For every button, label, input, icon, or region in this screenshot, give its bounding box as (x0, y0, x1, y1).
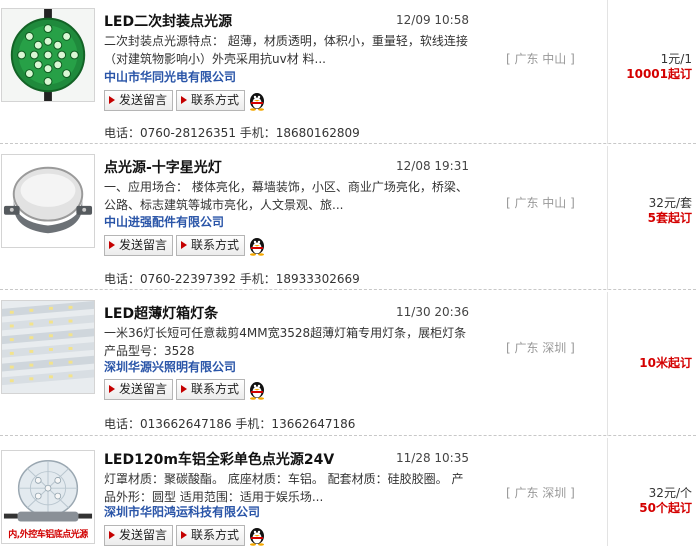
region-label: [ 广东 中山 ] (506, 52, 575, 66)
product-title[interactable]: LED超薄灯箱灯条 (104, 303, 218, 323)
product-description: 二次封装点光源特点： 超薄，材质透明，体积小，重量轻，软线连接（对建筑物影响小）… (104, 34, 468, 66)
arrow-right-icon (109, 531, 115, 539)
row-separator (0, 289, 696, 290)
product-title[interactable]: LED120m车铝全彩单色点光源24V (104, 449, 334, 469)
post-date: 12/08 19:31 (396, 159, 469, 173)
post-date: 11/28 10:35 (396, 451, 469, 465)
column-divider (607, 292, 608, 436)
contact-info-button[interactable]: 联系方式 (176, 235, 246, 256)
led-light-strips-icon (2, 301, 94, 393)
send-message-button[interactable]: 发送留言 (104, 90, 174, 111)
contact-info-button[interactable]: 联系方式 (176, 90, 246, 111)
arrow-right-icon (181, 531, 187, 539)
contact-info-button[interactable]: 联系方式 (176, 379, 246, 400)
column-divider (607, 438, 608, 546)
send-message-button[interactable]: 发送留言 (104, 379, 174, 400)
product-title[interactable]: 点光源-十字星光灯 (104, 157, 222, 177)
min-order-label: 10米起订 (639, 356, 692, 370)
product-thumbnail[interactable]: 内,外控车铝底点光源 (1, 450, 95, 544)
product-description: 一米36灯长短可任意裁剪4MM宽3528超薄灯箱专用灯条，展柜灯条 产品型号：3… (104, 326, 467, 358)
phone-numbers: 电话：0760-28126351 手机：18680162809 (104, 126, 360, 140)
product-listing: LED二次封装点光源 12/09 10:58 二次封装点光源特点： 超薄，材质透… (0, 0, 696, 144)
product-thumbnail[interactable] (1, 154, 95, 248)
arrow-right-icon (109, 385, 115, 393)
arrow-right-icon (181, 96, 187, 104)
company-link[interactable]: 中山市华同光电有限公司 (104, 68, 236, 85)
company-link[interactable]: 深圳华源兴照明有限公司 (104, 358, 236, 375)
row-separator (0, 143, 696, 144)
product-listing: LED超薄灯箱灯条 11/30 20:36 一米36灯长短可任意裁剪4MM宽35… (0, 292, 696, 436)
qq-penguin-icon[interactable] (248, 380, 266, 400)
arrow-right-icon (109, 241, 115, 249)
product-title[interactable]: LED二次封装点光源 (104, 11, 232, 31)
arrow-right-icon (181, 385, 187, 393)
phone-numbers: 电话：013662647186 手机：13662647186 (104, 417, 356, 431)
min-order-label: 50个起订 (639, 501, 692, 515)
product-thumbnail[interactable] (1, 8, 95, 102)
row-separator (0, 435, 696, 436)
column-divider (607, 146, 608, 290)
product-thumbnail[interactable] (1, 300, 95, 394)
thumbnail-caption: 内,外控车铝底点光源 (2, 527, 94, 543)
company-link[interactable]: 中山进强配件有限公司 (104, 213, 224, 230)
phone-numbers: 电话：0760-22397392 手机：18933302669 (104, 272, 360, 286)
company-link[interactable]: 深圳市华阳鸿运科技有限公司 (104, 503, 260, 520)
send-message-button[interactable]: 发送留言 (104, 525, 174, 546)
send-message-button[interactable]: 发送留言 (104, 235, 174, 256)
green-led-dot-light-icon (2, 9, 94, 101)
product-description: 一、应用场合： 楼体亮化，幕墙装饰，小区、商业广场亮化，桥梁、公路、标志建筑等城… (104, 180, 468, 212)
qq-penguin-icon[interactable] (248, 91, 266, 111)
arrow-right-icon (109, 96, 115, 104)
qq-penguin-icon[interactable] (248, 236, 266, 256)
qq-penguin-icon[interactable] (248, 526, 266, 546)
product-description: 灯罩材质：聚碳酸酯。 底座材质：车铝。 配套材质：硅胶胶圈。 产品外形：圆型 适… (104, 472, 464, 504)
post-date: 12/09 10:58 (396, 13, 469, 27)
dome-point-light-icon (2, 155, 94, 247)
post-date: 11/30 20:36 (396, 305, 469, 319)
min-order-label: 5套起订 (647, 211, 692, 225)
min-order-label: 10001起订 (626, 67, 692, 81)
column-divider (607, 0, 608, 144)
region-label: [ 广东 深圳 ] (506, 486, 575, 500)
contact-info-button[interactable]: 联系方式 (176, 525, 246, 546)
product-listing: 点光源-十字星光灯 12/08 19:31 一、应用场合： 楼体亮化，幕墙装饰，… (0, 146, 696, 290)
product-listing: 内,外控车铝底点光源 LED120m车铝全彩单色点光源24V 11/28 10:… (0, 438, 696, 546)
region-label: [ 广东 深圳 ] (506, 341, 575, 355)
arrow-right-icon (181, 241, 187, 249)
region-label: [ 广东 中山 ] (506, 196, 575, 210)
